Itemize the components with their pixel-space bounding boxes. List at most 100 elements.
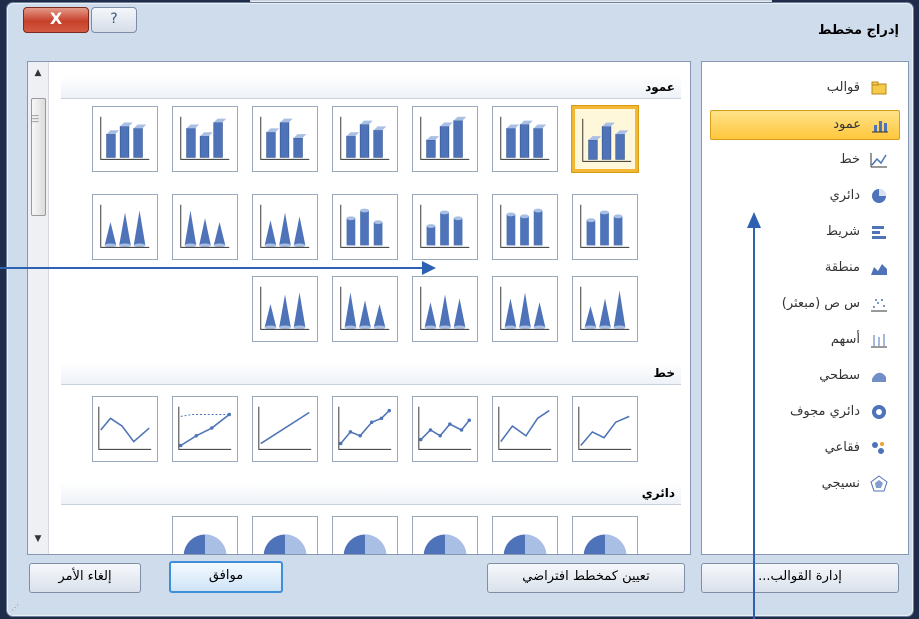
- group-header-pie: دائري: [61, 482, 681, 505]
- ok-button[interactable]: موافق: [169, 561, 283, 593]
- category-item-2[interactable]: عمود: [710, 110, 900, 140]
- column-chart-thumb[interactable]: [172, 106, 238, 172]
- column-chart-icon: [872, 121, 888, 133]
- resize-grip-icon[interactable]: ⋰: [11, 603, 19, 612]
- chart-thumbnail-icon: [178, 406, 232, 450]
- chart-gallery-panel: ▲ — — — ▼ عمود خط دائري: [27, 61, 691, 555]
- insert-chart-dialog: X ? إدراج مخطط ▲ — — — ▼ عمود خط دائري قوا…: [6, 2, 914, 617]
- set-default-chart-button[interactable]: تعيين كمخطط افتراضي: [487, 563, 685, 593]
- category-item-3[interactable]: خط: [710, 146, 898, 174]
- pie-chart-thumb[interactable]: [492, 516, 558, 554]
- category-label: شريط: [825, 224, 860, 239]
- title-bar: X ? إدراج مخطط: [7, 3, 913, 51]
- pie-chart-icon: [872, 189, 886, 203]
- chart-thumbnail-icon: [338, 406, 392, 450]
- group-header-column: عمود: [61, 76, 681, 99]
- category-item-1[interactable]: قوالب: [710, 74, 898, 102]
- scroll-up-arrow-icon[interactable]: ▲: [30, 68, 46, 82]
- column-chart-thumb[interactable]: [492, 276, 558, 342]
- category-item-7[interactable]: س ص (مبعثر): [710, 290, 898, 318]
- column-chart-thumb[interactable]: [572, 194, 638, 260]
- column-chart-thumb[interactable]: [492, 194, 558, 260]
- bar-chart-icon: [872, 226, 886, 239]
- line-chart-thumb[interactable]: [332, 396, 398, 462]
- column-chart-thumb[interactable]: [252, 276, 318, 342]
- chart-thumbnail-icon: [583, 534, 627, 554]
- scatter-chart-icon: [871, 299, 887, 312]
- line-chart-thumb[interactable]: [92, 396, 158, 462]
- chart-thumbnail-icon: [343, 534, 387, 554]
- chart-thumbnail-icon: [258, 406, 312, 450]
- column-chart-thumb[interactable]: [572, 276, 638, 342]
- column-chart-thumb[interactable]: [412, 194, 478, 260]
- scroll-down-arrow-icon[interactable]: ▼: [30, 534, 46, 548]
- chart-thumbnail-icon: [580, 204, 630, 248]
- pie-chart-thumb[interactable]: [332, 516, 398, 554]
- column-chart-thumb[interactable]: [572, 106, 638, 172]
- column-chart-thumb[interactable]: [92, 106, 158, 172]
- category-item-5[interactable]: شريط: [710, 218, 898, 246]
- category-label: خط: [839, 152, 860, 167]
- pie-chart-thumb[interactable]: [172, 516, 238, 554]
- chart-thumbnail-icon: [500, 286, 550, 330]
- column-chart-thumb[interactable]: [332, 194, 398, 260]
- manage-templates-button[interactable]: إدارة القوالب...: [701, 563, 899, 593]
- category-item-11[interactable]: فقاعي: [710, 434, 898, 462]
- pie-chart-thumb[interactable]: [412, 516, 478, 554]
- column-chart-thumb[interactable]: [172, 194, 238, 260]
- column-chart-thumb[interactable]: [252, 194, 318, 260]
- dialog-title: إدراج مخطط: [818, 23, 899, 38]
- line-chart-thumb[interactable]: [572, 396, 638, 462]
- chart-thumbnail-icon: [340, 286, 390, 330]
- line-chart-thumb[interactable]: [252, 396, 318, 462]
- chart-thumbnail-icon: [340, 204, 390, 248]
- chart-thumbnail-icon: [420, 204, 470, 248]
- bubble-chart-icon: [872, 442, 884, 454]
- category-label: أسهم: [830, 332, 860, 347]
- category-label: دائري مجوف: [789, 404, 860, 419]
- chart-thumbnail-icon: [260, 204, 310, 248]
- gallery-scrollbar[interactable]: ▲ — — — ▼: [28, 62, 49, 554]
- category-item-12[interactable]: نسيجي: [710, 470, 898, 498]
- chart-thumbnail-icon: [503, 534, 547, 554]
- line-chart-thumb[interactable]: [492, 396, 558, 462]
- column-chart-thumb[interactable]: [492, 106, 558, 172]
- category-label: فقاعي: [824, 440, 860, 455]
- column-chart-thumb[interactable]: [412, 106, 478, 172]
- category-item-6[interactable]: منطقة: [710, 254, 898, 282]
- chart-thumbnail-icon: [578, 406, 632, 450]
- pie-chart-thumb[interactable]: [572, 516, 638, 554]
- category-label: منطقة: [824, 260, 860, 275]
- chart-thumbnail-icon: [260, 286, 310, 330]
- area-chart-icon: [871, 264, 887, 275]
- chart-thumbnail-icon: [420, 116, 470, 160]
- group-header-line: خط: [61, 362, 681, 385]
- help-button[interactable]: ?: [91, 7, 137, 33]
- category-item-8[interactable]: أسهم: [710, 326, 898, 354]
- pie-chart-thumb[interactable]: [252, 516, 318, 554]
- column-chart-thumb[interactable]: [332, 106, 398, 172]
- chart-thumbnail-icon: [498, 406, 552, 450]
- chart-thumbnail-icon: [180, 204, 230, 248]
- line-chart-thumb[interactable]: [172, 396, 238, 462]
- cancel-button[interactable]: إلغاء الأمر: [29, 563, 141, 593]
- column-chart-thumb[interactable]: [92, 194, 158, 260]
- chart-thumbnail-icon: [423, 534, 467, 554]
- category-label: قوالب: [826, 80, 860, 95]
- category-label: سطحي: [819, 368, 860, 383]
- close-button[interactable]: X: [23, 7, 89, 33]
- chart-thumbnail-icon: [340, 116, 390, 160]
- column-chart-thumb[interactable]: [252, 106, 318, 172]
- surface-chart-icon: [872, 372, 886, 382]
- chart-thumbnail-icon: [420, 286, 470, 330]
- category-item-10[interactable]: دائري مجوف: [710, 398, 898, 426]
- column-chart-thumb[interactable]: [332, 276, 398, 342]
- chart-category-list: قوالب عمود خط دائري شريط منطقة س ص (مبعثر) أسهم…: [701, 61, 909, 555]
- stock-chart-icon: [871, 334, 887, 348]
- category-item-4[interactable]: دائري: [710, 182, 898, 210]
- category-item-9[interactable]: سطحي: [710, 362, 898, 390]
- line-chart-thumb[interactable]: [412, 396, 478, 462]
- column-chart-thumb[interactable]: [412, 276, 478, 342]
- category-label: س ص (مبعثر): [781, 296, 860, 311]
- chart-thumbnail-icon: [418, 406, 472, 450]
